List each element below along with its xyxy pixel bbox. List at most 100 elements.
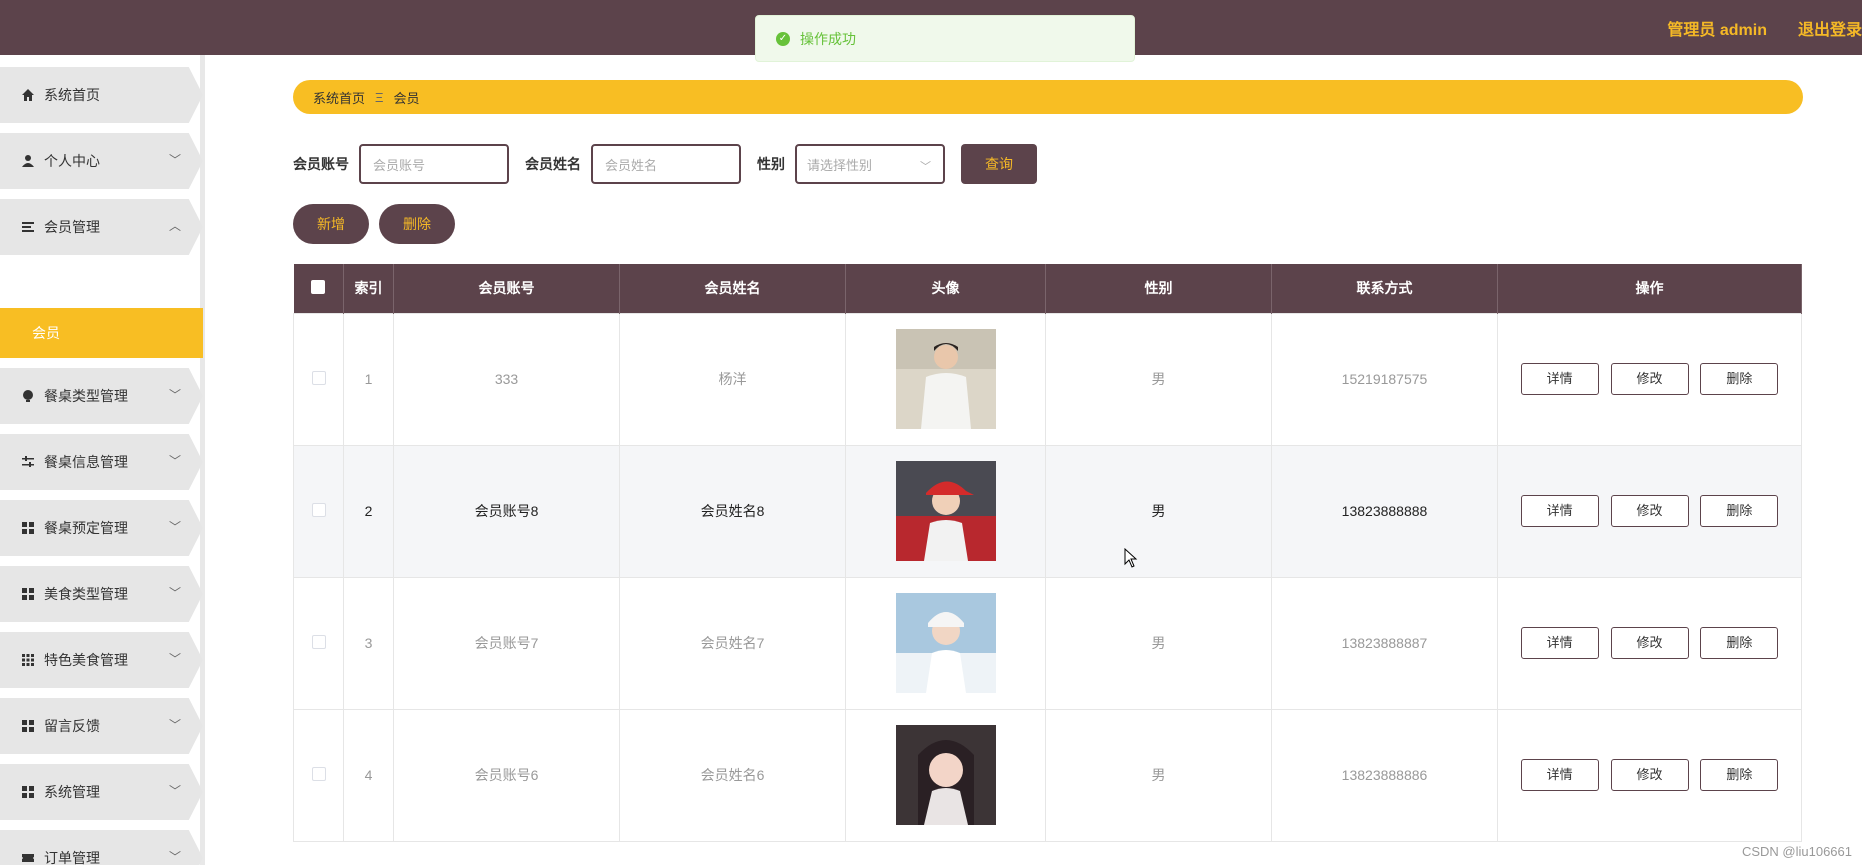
row-checkbox[interactable] (311, 634, 326, 649)
sidebar-item-label: 餐桌预定管理 (44, 520, 128, 536)
toast-message: 操作成功 (800, 30, 856, 47)
row-account: 会员账号7 (393, 576, 620, 710)
avatar[interactable] (895, 593, 996, 693)
table-row: 4 会员账号6 会员姓名6 男 13823888886 详情 修改 删除 (293, 708, 1802, 842)
home-icon (20, 87, 36, 103)
sidebar-item-label: 系统管理 (44, 784, 100, 800)
sidebar-subitem-member[interactable]: 会员 (0, 308, 203, 358)
column-header-index: 索引 (343, 264, 394, 313)
name-input[interactable]: 会员姓名 (591, 144, 741, 184)
edit-button[interactable]: 修改 (1610, 495, 1689, 527)
grid-icon (20, 784, 36, 800)
sidebar-item-system[interactable]: 系统管理 ﹀ (0, 764, 203, 820)
row-avatar-cell (845, 312, 1046, 446)
user-icon (20, 153, 36, 169)
chevron-down-icon: ﹀ (168, 586, 181, 600)
row-checkbox[interactable] (311, 766, 326, 781)
row-account: 会员账号6 (393, 708, 620, 842)
chevron-down-icon: ﹀ (168, 850, 181, 864)
grid-icon (20, 718, 36, 734)
edit-button[interactable]: 修改 (1610, 363, 1689, 395)
success-toast: ✓ 操作成功 (755, 15, 1135, 62)
sidebar-item-member-mgmt[interactable]: 会员管理 ︿ (0, 199, 203, 255)
sidebar-item-table-type[interactable]: 餐桌类型管理 ﹀ (0, 368, 203, 424)
sidebar-item-food-type[interactable]: 美食类型管理 ﹀ (0, 566, 203, 622)
row-phone: 13823888888 (1271, 444, 1498, 578)
row-avatar-cell (845, 708, 1046, 842)
row-name: 杨洋 (619, 312, 846, 446)
account-input[interactable]: 会员账号 (359, 144, 509, 184)
row-name: 会员姓名8 (619, 444, 846, 578)
row-phone: 15219187575 (1271, 312, 1498, 446)
sidebar-item-label: 特色美食管理 (44, 652, 128, 668)
sidebar-item-home[interactable]: 系统首页 (0, 67, 203, 123)
breadcrumb-home[interactable]: 系统首页 (313, 88, 365, 107)
select-all-checkbox[interactable] (311, 279, 326, 294)
sidebar-item-personal[interactable]: 个人中心 ﹀ (0, 133, 203, 189)
row-actions: 详情 修改 删除 (1497, 576, 1802, 710)
row-gender: 男 (1045, 312, 1272, 446)
avatar[interactable] (895, 461, 996, 561)
sidebar-item-label: 个人中心 (44, 153, 100, 169)
bulb-icon (20, 388, 36, 404)
check-circle-icon: ✓ (776, 31, 790, 46)
row-index: 3 (343, 576, 394, 710)
row-phone: 13823888886 (1271, 708, 1498, 842)
row-actions: 详情 修改 删除 (1497, 708, 1802, 842)
chevron-down-icon: ﹀ (168, 718, 181, 732)
sidebar-item-table-booking[interactable]: 餐桌预定管理 ﹀ (0, 500, 203, 556)
column-header-name: 会员姓名 (619, 264, 846, 313)
sidebar-item-label: 会员管理 (44, 219, 100, 235)
table-row: 3 会员账号7 会员姓名7 男 13823888887 详情 修改 删除 (293, 576, 1802, 710)
logout-link[interactable]: 退出登录 (1798, 16, 1862, 40)
grid-icon (20, 586, 36, 602)
column-header-avatar: 头像 (845, 264, 1046, 313)
chevron-down-icon: ﹀ (168, 520, 181, 534)
chevron-down-icon: ﹀ (168, 153, 181, 167)
apps-icon (20, 652, 36, 668)
watermark: CSDN @liu106661 (1741, 844, 1852, 859)
row-checkbox[interactable] (311, 370, 326, 385)
delete-button[interactable]: 删除 (1700, 363, 1779, 395)
avatar[interactable] (895, 329, 996, 429)
row-checkbox[interactable] (311, 502, 326, 517)
list-icon (20, 219, 36, 235)
member-table: 索引 会员账号 会员姓名 头像 性别 联系方式 操作 1 333 杨洋 男 15… (293, 264, 1802, 842)
sidebar-item-featured-food[interactable]: 特色美食管理 ﹀ (0, 632, 203, 688)
sidebar-item-label: 餐桌信息管理 (44, 454, 128, 470)
sidebar-item-feedback[interactable]: 留言反馈 ﹀ (0, 698, 203, 754)
row-actions: 详情 修改 删除 (1497, 444, 1802, 578)
detail-button[interactable]: 详情 (1520, 627, 1599, 659)
batch-delete-button[interactable]: 删除 (379, 204, 455, 244)
detail-button[interactable]: 详情 (1520, 495, 1599, 527)
sidebar-item-table-info[interactable]: 餐桌信息管理 ﹀ (0, 434, 203, 490)
sidebar-item-label: 餐桌类型管理 (44, 388, 128, 404)
edit-button[interactable]: 修改 (1610, 627, 1689, 659)
sidebar-item-orders[interactable]: 订单管理 ﹀ (0, 830, 203, 865)
breadcrumb-current: 会员 (393, 90, 420, 106)
avatar[interactable] (895, 725, 996, 825)
edit-button[interactable]: 修改 (1610, 759, 1689, 791)
row-index: 4 (343, 708, 394, 842)
delete-button[interactable]: 删除 (1700, 627, 1779, 659)
row-gender: 男 (1045, 576, 1272, 710)
select-all-cell (293, 264, 344, 313)
delete-button[interactable]: 删除 (1700, 495, 1779, 527)
sidebar: 系统首页 个人中心 ﹀ 会员管理 ︿ 会员 餐桌类型管理 ﹀ 餐桌信息管理 ﹀ … (0, 55, 205, 865)
gender-select[interactable]: 请选择性别 ﹀ (795, 144, 945, 184)
add-button[interactable]: 新增 (293, 204, 369, 244)
detail-button[interactable]: 详情 (1520, 363, 1599, 395)
chevron-down-icon: ﹀ (168, 652, 181, 666)
query-button[interactable]: 查询 (961, 144, 1037, 184)
grid-icon (20, 520, 36, 536)
column-header-account: 会员账号 (393, 264, 620, 313)
table-row: 1 333 杨洋 男 15219187575 详情 修改 删除 (293, 312, 1802, 446)
gender-select-placeholder: 请选择性别 (807, 157, 873, 173)
chevron-up-icon: ︿ (168, 219, 181, 233)
detail-button[interactable]: 详情 (1520, 759, 1599, 791)
sidebar-item-label: 留言反馈 (44, 718, 100, 734)
table-header-row: 索引 会员账号 会员姓名 头像 性别 联系方式 操作 (293, 264, 1802, 313)
column-header-actions: 操作 (1497, 264, 1802, 313)
delete-button[interactable]: 删除 (1700, 759, 1779, 791)
row-phone: 13823888887 (1271, 576, 1498, 710)
